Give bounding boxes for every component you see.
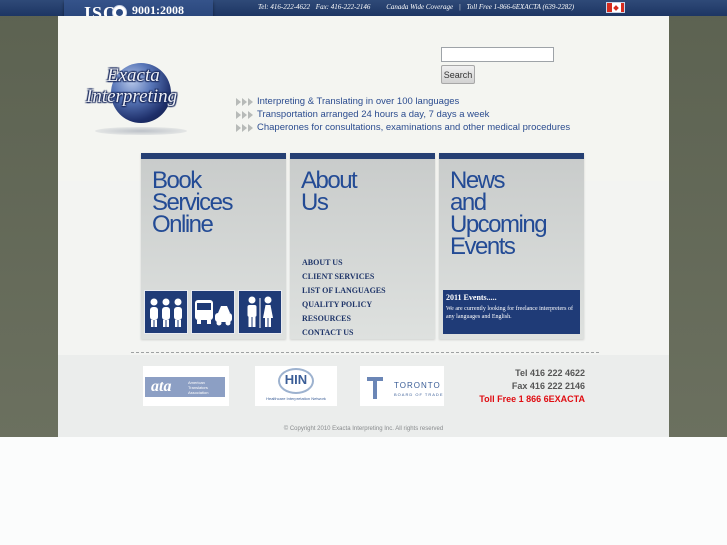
events-box[interactable]: 2011 Events..... We are currently lookin… [443, 290, 580, 334]
copyright-text: © Copyright 2010 Exacta Interpreting Inc… [283, 426, 444, 432]
tagline-text: Interpreting & Translating in over 100 l… [257, 96, 460, 107]
search-input[interactable] [441, 47, 554, 62]
title-line: Events [450, 233, 516, 260]
topbar-tel: Tel: 416-222-4622 [258, 3, 311, 11]
events-title: 2011 Events..... [446, 293, 497, 302]
ata-mark-text: ata [151, 378, 172, 395]
partner-toronto-logo[interactable]: TORONTO BOARD OF TRADE [360, 366, 444, 406]
panel-title: News and Upcoming Events [450, 169, 548, 260]
ata-subtitle: American Translators Association [188, 380, 209, 395]
man-woman-icon [238, 290, 282, 334]
contact-strip: Tel: 416-222-4622 Fax: 416-222-2146 Cana… [258, 3, 578, 13]
about-menu-contact-us[interactable]: CONTACT US [302, 326, 386, 340]
toronto-name: TORONTO [394, 381, 441, 390]
about-menu-client-services[interactable]: CLIENT SERVICES [302, 270, 386, 284]
bus-car-icon [191, 290, 235, 334]
exacta-logo[interactable]: Exacta Interpreting [83, 61, 203, 141]
tagline-text: Transportation arranged 24 hours a day, … [257, 109, 490, 120]
tagline-text: Chaperones for consultations, examinatio… [257, 122, 571, 133]
about-menu: ABOUT US CLIENT SERVICES LIST OF LANGUAG… [302, 256, 386, 340]
footer-fax: Fax 416 222 2146 [511, 381, 585, 391]
canada-flag-icon [606, 2, 625, 13]
logo-word-exacta: Exacta [107, 65, 160, 86]
about-menu-list-of-languages[interactable]: LIST OF LANGUAGES [302, 284, 386, 298]
triple-arrow-icon [236, 98, 256, 106]
partner-hin-logo[interactable]: HIN Healthcare Interpretation Network [255, 366, 337, 406]
panel-book-services[interactable]: Book Services Online [141, 153, 286, 339]
topbar-tollfree: Toll Free 1-866-6EXACTA (639-2282) [466, 3, 575, 11]
title-line: Online [152, 211, 214, 238]
hin-subtitle: Healthcare Interpretation Network [266, 396, 326, 401]
footer-tel: Tel 416 222 4622 [515, 368, 585, 378]
ata-mark: ata American Translators Association [145, 377, 225, 397]
triple-arrow-icon [236, 111, 256, 119]
partner-ata-logo[interactable]: ata American Translators Association [143, 366, 229, 406]
triple-arrow-icon [236, 124, 256, 132]
toronto-subtitle: BOARD OF TRADE [394, 392, 444, 397]
search-button[interactable]: Search [441, 65, 475, 84]
panel-title: About Us [301, 169, 358, 216]
main-page: Search Exacta Interpreting Interpreting … [58, 16, 669, 437]
topbar-separator: | [458, 3, 461, 11]
toronto-t-icon [367, 377, 387, 399]
dashed-divider [131, 352, 599, 353]
title-line: Us [301, 189, 329, 216]
events-text: We are currently looking for freelance i… [446, 306, 573, 320]
logo-shadow [95, 127, 187, 135]
footer-tollfree: Toll Free 1 866 6EXACTA [479, 394, 585, 404]
panel-about-us[interactable]: About Us ABOUT US CLIENT SERVICES LIST O… [290, 153, 435, 339]
people-icon [144, 290, 188, 334]
hin-mark-text: HIN [284, 372, 308, 387]
logo-word-interpreting: Interpreting [86, 86, 178, 107]
panel-news-events[interactable]: News and Upcoming Events 2011 Events....… [439, 153, 584, 339]
topbar-fax: Fax: 416-222-2146 [315, 3, 371, 11]
about-menu-quality-policy[interactable]: QUALITY POLICY [302, 298, 386, 312]
panel-title: Book Services Online [152, 169, 234, 238]
topbar-coverage: Canada Wide Coverage [386, 3, 454, 11]
about-menu-about-us[interactable]: ABOUT US [302, 256, 386, 270]
about-menu-resources[interactable]: RESOURCES [302, 312, 386, 326]
